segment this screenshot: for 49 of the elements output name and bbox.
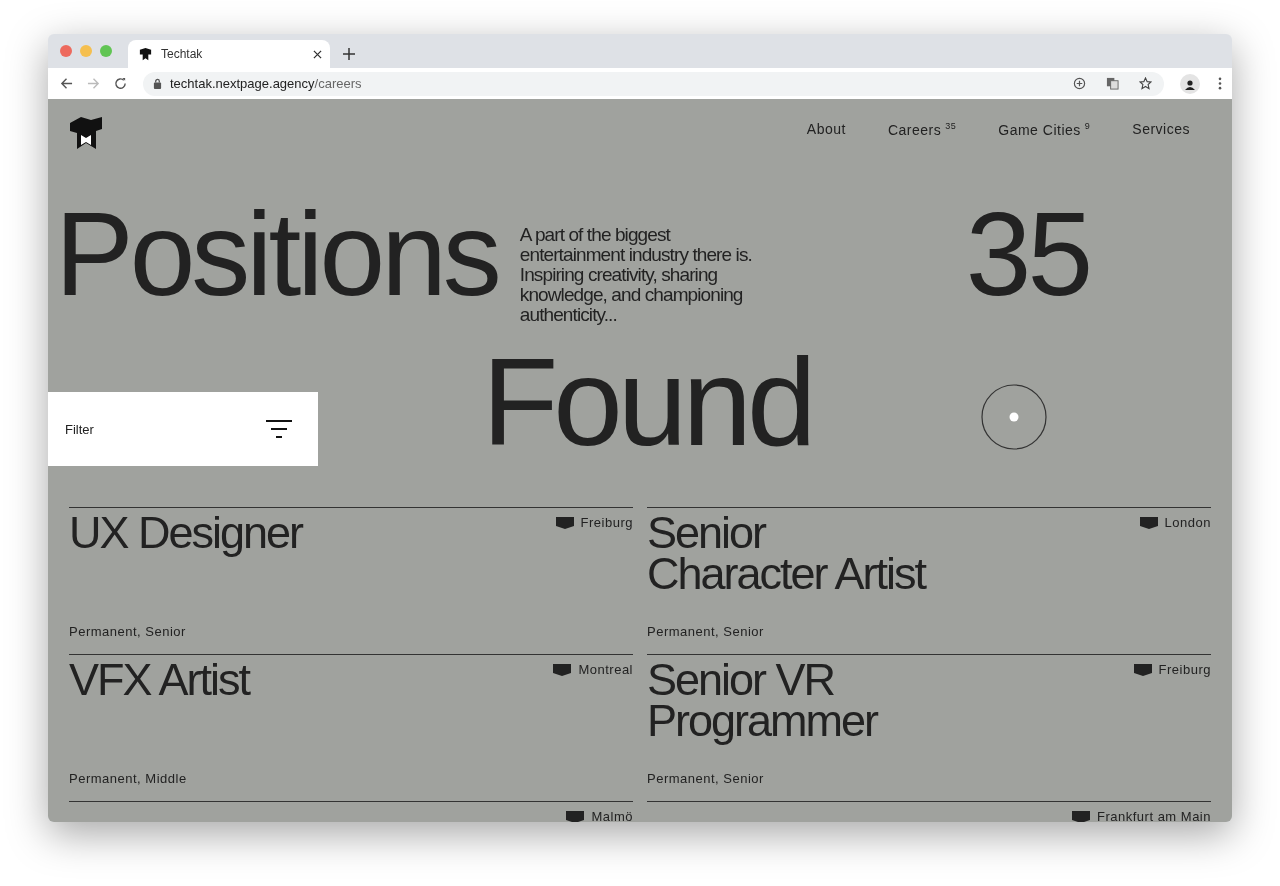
job-card[interactable]: Malmö [69,801,633,822]
job-tags: Permanent, Senior [647,771,1211,786]
job-card[interactable]: UX Designer Freiburg Permanent, Senior [69,507,633,654]
job-location: Freiburg [580,515,633,530]
reload-icon[interactable] [114,77,127,90]
back-icon[interactable] [60,77,73,90]
nav-link[interactable]: About [806,121,846,138]
job-location: Montreal [578,662,633,677]
intro-paragraph: A part of the biggest entertainment industry there is. Inspiring creativity, sharing knowledge, and championing authenticity... [519,225,753,325]
position-count: 35 [965,195,1090,313]
page-heading: Positions [55,195,498,313]
job-location: Frankfurt am Main [1097,809,1211,822]
job-tags: Permanent, Senior [647,624,1211,639]
page-heading: Found [482,339,812,464]
logo-icon [138,46,153,62]
job-card[interactable]: Senior Character Artist London Permanent, Senior [647,507,1211,654]
job-location: Freiburg [1158,662,1211,677]
logo-icon[interactable] [69,115,103,149]
location-tag-icon [555,516,574,529]
url-text: techtak.nextpage.agency/careers [170,76,362,91]
browser-tab[interactable]: Techtak [128,40,330,68]
location-tag-icon [553,663,572,676]
job-location: London [1164,515,1211,530]
job-title[interactable]: Senior Character Artist [647,512,926,594]
nav-link[interactable]: Careers $^{35}$ [887,121,957,138]
cursor-circle-icon [981,384,1048,450]
star-icon[interactable] [1139,77,1152,90]
add-icon[interactable] [1073,77,1086,90]
menu-icon[interactable] [1218,77,1222,90]
location-tag-icon [566,810,585,822]
nav-link[interactable]: Services [1132,121,1190,138]
job-card[interactable]: VFX Artist Montreal Permanent, Middle [69,654,633,801]
job-card[interactable]: Frankfurt am Main [647,801,1211,822]
new-tab-icon[interactable] [343,48,355,60]
profile-avatar-icon[interactable] [1180,73,1200,94]
close-icon[interactable] [313,49,322,59]
lock-icon [153,78,162,89]
nav-link[interactable]: Game Cities $^{9}$ [998,121,1091,138]
job-location: Malmö [591,809,633,822]
location-tag-icon [1072,810,1090,822]
job-tags: Permanent, Senior [69,624,633,639]
location-tag-icon [1139,516,1158,529]
filter-icon [266,420,292,438]
job-title[interactable]: VFX Artist [69,659,250,700]
job-tags: Permanent, Middle [69,771,633,786]
address-field[interactable]: techtak.nextpage.agency/careers [143,71,1164,96]
filter-button[interactable]: Filter [48,392,318,466]
location-tag-icon [1133,663,1152,676]
job-card[interactable]: Senior VR Programmer Freiburg Permanent, Senior [647,654,1211,801]
